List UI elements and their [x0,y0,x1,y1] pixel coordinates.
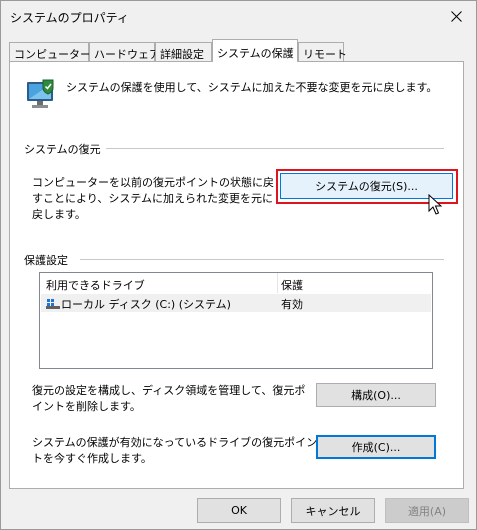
configure-description: 復元の設定を構成し、ディスク領域を管理して、復元ポイントを削除します。 [32,384,306,413]
tab-advanced[interactable]: 詳細設定 [155,42,212,62]
restore-section-title: システムの復元 [24,143,101,156]
computer-shield-icon [27,79,54,108]
window-title: システムのプロパティ [10,11,129,25]
column-header-status[interactable]: 保護 [281,277,303,293]
apply-button[interactable]: 適用(A) [385,498,469,523]
restore-description: コンピューターを以前の復元ポイントの状態に戻すことにより、システムに加えられた変… [32,176,274,221]
intro-description: システムの保護を使用して、システムに加えた不要な変更を元に戻します。 [66,81,438,94]
ok-button-label: OK [231,504,247,517]
title-bar: システムのプロパティ [1,1,476,31]
drive-icon [46,299,60,309]
drive-name: ローカル ディスク (C:) (システム) [61,298,231,311]
drive-list-header: 利用できるドライブ 保護 [40,273,432,293]
close-button[interactable] [436,1,476,31]
tab-hardware[interactable]: ハードウェア [89,42,160,62]
system-properties-window: システムのプロパティ コンピューター名 ハードウェア 詳細設定 システムの保護 … [0,0,477,530]
close-icon [450,10,462,22]
tab-remote[interactable]: リモート [298,42,347,62]
cancel-button[interactable]: キャンセル [291,498,375,523]
drive-row[interactable]: ローカル ディスク (C:) (システム) 有効 [41,294,431,312]
system-protection-panel: システムの保護を使用して、システムに加えた不要な変更を元に戻します。 システムの… [9,61,464,489]
configure-button[interactable]: 構成(O)... [316,383,436,407]
ok-button[interactable]: OK [197,498,281,523]
tab-system-protection[interactable]: システムの保護 [212,39,298,62]
tab-computer-name[interactable]: コンピューター名 [9,42,102,62]
create-button-label: 作成(C)... [351,441,401,454]
column-separator[interactable] [277,273,278,293]
create-description: システムの保護が有効になっているドライブの復元ポイントを今すぐ作成します。 [32,436,318,465]
drive-status: 有効 [281,298,303,311]
section-divider [106,148,444,149]
mouse-cursor-icon [428,194,442,215]
protection-section-title: 保護設定 [24,254,68,267]
drive-list[interactable]: 利用できるドライブ 保護 ローカル ディスク (C:) (システム) 有効 [39,272,433,369]
apply-button-label: 適用(A) [407,504,447,518]
cancel-button-label: キャンセル [305,504,361,518]
configure-button-label: 構成(O)... [351,389,401,402]
column-header-drive[interactable]: 利用できるドライブ [46,277,145,293]
system-restore-button-label: システムの復元(S)... [315,180,418,193]
section-divider [80,259,444,260]
create-button[interactable]: 作成(C)... [316,435,436,459]
